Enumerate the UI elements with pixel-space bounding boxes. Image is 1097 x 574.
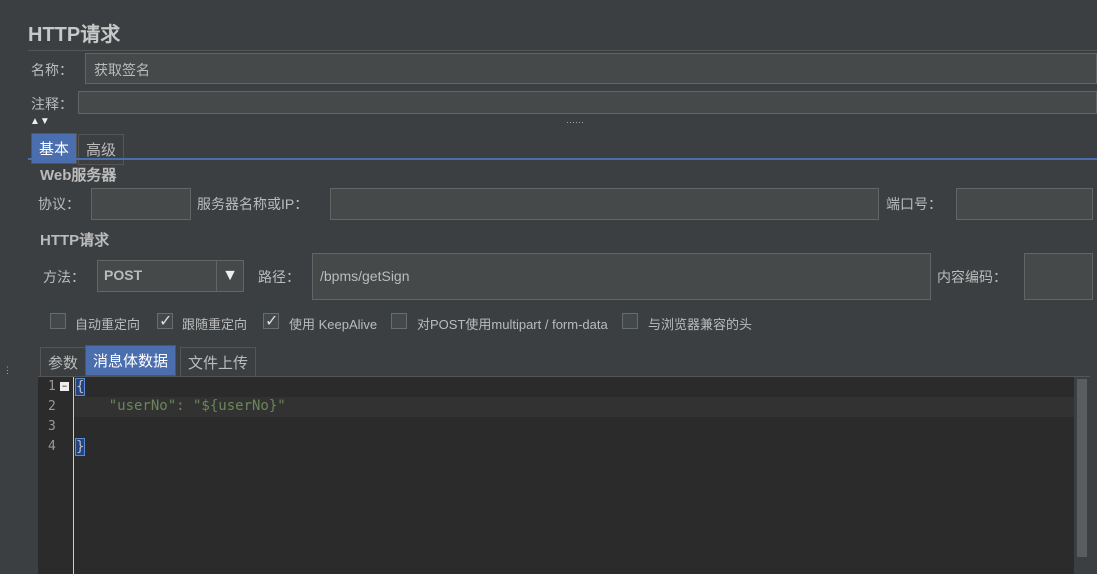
tab-params[interactable]: 参数 [40, 347, 87, 378]
server-label: 服务器名称或IP： [197, 196, 309, 212]
protocol-label: 协议： [38, 196, 80, 212]
server-input[interactable] [330, 188, 879, 220]
path-label: 路径： [258, 269, 300, 285]
collapse-arrows[interactable]: ▲▼ [30, 116, 50, 127]
page-title: HTTP请求 [28, 24, 121, 46]
encoding-label: 内容编码： [937, 269, 1007, 285]
method-select[interactable]: POST ▼ [97, 260, 244, 292]
follow-redirect-label: 跟随重定向 [182, 317, 248, 332]
scrollbar[interactable] [1074, 377, 1090, 574]
auto-redirect-checkbox[interactable] [50, 313, 66, 329]
line-number: 4 [48, 439, 56, 454]
auto-redirect-label: 自动重定向 [75, 317, 141, 332]
left-splitter[interactable]: ⋮ [3, 365, 12, 376]
name-value: 获取签名 [94, 62, 150, 78]
tab-file-upload[interactable]: 文件上传 [180, 347, 257, 378]
check-icon: ✓ [159, 313, 173, 330]
tab-advanced[interactable]: 高级 [78, 134, 125, 165]
port-label: 端口号： [886, 196, 942, 212]
comment-label: 注释： [31, 96, 73, 112]
tab-body-data[interactable]: 消息体数据 [85, 345, 177, 376]
method-value: POST [104, 267, 143, 283]
follow-redirect-checkbox[interactable]: ✓ [157, 313, 173, 330]
web-server-title: Web服务器 [40, 167, 117, 184]
splitter-handle[interactable]: ⋯⋯ [566, 117, 584, 128]
code-line: } [75, 438, 86, 456]
name-label: 名称： [31, 62, 73, 78]
browser-headers-label: 与浏览器兼容的头 [648, 317, 753, 332]
chevron-down-icon[interactable]: ▼ [216, 261, 243, 291]
code-line: "userNo": "${userNo}" [75, 398, 286, 414]
tab-underline [28, 158, 1097, 160]
method-label: 方法： [43, 269, 85, 285]
path-input[interactable]: /bpms/getSign [312, 253, 931, 300]
multipart-checkbox[interactable] [391, 313, 407, 329]
comment-input[interactable] [78, 91, 1097, 114]
name-input[interactable]: 获取签名 [85, 53, 1097, 84]
keepalive-label: 使用 KeepAlive [289, 317, 378, 332]
fold-icon[interactable]: − [60, 382, 69, 391]
check-icon: ✓ [265, 313, 279, 330]
browser-headers-checkbox[interactable] [622, 313, 638, 329]
line-number: 1 [48, 379, 56, 394]
path-value: /bpms/getSign [320, 268, 410, 284]
protocol-input[interactable] [91, 188, 191, 220]
encoding-input[interactable] [1024, 253, 1093, 300]
port-input[interactable] [956, 188, 1093, 220]
line-number: 3 [48, 419, 56, 434]
keepalive-checkbox[interactable]: ✓ [263, 313, 279, 330]
multipart-label: 对POST使用multipart / form-data [417, 317, 608, 332]
code-line: { [75, 378, 86, 396]
http-request-title: HTTP请求 [40, 232, 110, 249]
line-number: 2 [48, 399, 56, 414]
